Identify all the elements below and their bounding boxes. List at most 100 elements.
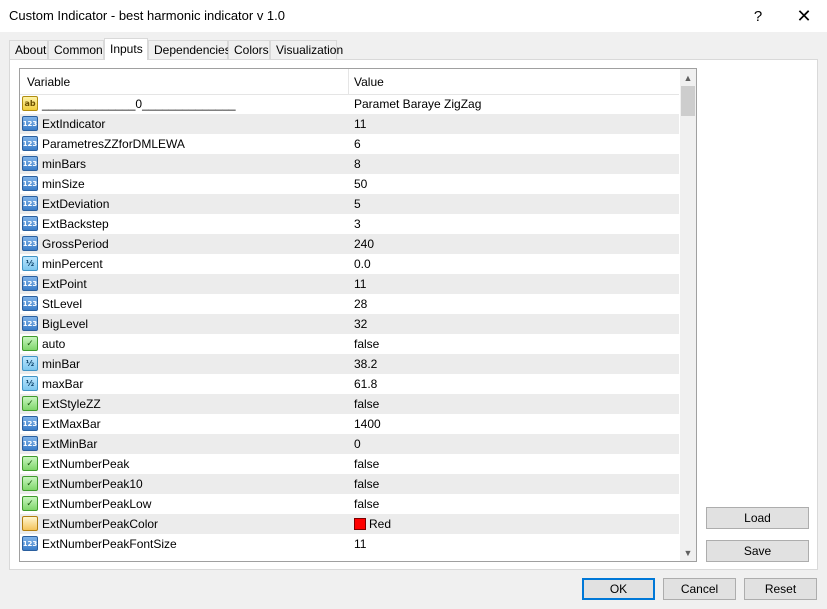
variable-value[interactable]: 11 xyxy=(354,537,366,551)
tab-visualization[interactable]: Visualization xyxy=(270,40,343,59)
variable-name: minBar xyxy=(42,357,81,371)
tab-about[interactable]: About xyxy=(9,40,48,59)
ok-button[interactable]: OK xyxy=(582,578,655,600)
help-button[interactable]: ? xyxy=(735,0,781,32)
input-row[interactable]: 123 ExtNumberPeakFontSize 11 xyxy=(20,534,679,554)
input-row[interactable]: 123 ExtDeviation 5 xyxy=(20,194,679,214)
scroll-down-icon[interactable]: ▼ xyxy=(680,544,696,561)
variable-name: ExtNumberPeak10 xyxy=(42,477,143,491)
input-row[interactable]: ✓ ExtNumberPeak false xyxy=(20,454,679,474)
input-row[interactable]: ✓ ExtStyleZZ false xyxy=(20,394,679,414)
variable-value[interactable]: 3 xyxy=(354,217,361,231)
vertical-scrollbar[interactable]: ▲ ▼ xyxy=(680,69,696,561)
tab-common[interactable]: Common xyxy=(48,40,104,59)
variable-value[interactable]: Red xyxy=(354,517,391,531)
variable-name: ExtMinBar xyxy=(42,437,98,451)
variable-name: minSize xyxy=(42,177,85,191)
variable-name: ______________0______________ xyxy=(42,97,236,111)
inputs-list[interactable]: Variable Value ab ______________0________… xyxy=(19,68,697,562)
input-row[interactable]: 123 StLevel 28 xyxy=(20,294,679,314)
variable-name: ExtStyleZZ xyxy=(42,397,101,411)
variable-name: ExtIndicator xyxy=(42,117,106,131)
integer-type-icon: 123 xyxy=(22,216,38,231)
double-type-icon: ½ xyxy=(22,256,38,271)
input-row[interactable]: ✓ ExtNumberPeakLow false xyxy=(20,494,679,514)
variable-name: minBars xyxy=(42,157,87,171)
variable-value[interactable]: 1400 xyxy=(354,417,381,431)
input-row[interactable]: 123 BigLevel 32 xyxy=(20,314,679,334)
variable-name: ExtBackstep xyxy=(42,217,109,231)
column-header-variable[interactable]: Variable xyxy=(27,75,70,89)
variable-value[interactable]: false xyxy=(354,477,379,491)
variable-name: BigLevel xyxy=(42,317,89,331)
input-row[interactable]: 123 ExtBackstep 3 xyxy=(20,214,679,234)
input-row[interactable]: 123 minBars 8 xyxy=(20,154,679,174)
input-row[interactable]: ✓ ExtNumberPeak10 false xyxy=(20,474,679,494)
integer-type-icon: 123 xyxy=(22,196,38,211)
variable-value[interactable]: 0 xyxy=(354,437,361,451)
input-row[interactable]: ✓ auto false xyxy=(20,334,679,354)
variable-value[interactable]: false xyxy=(354,397,379,411)
variable-value[interactable]: 61.8 xyxy=(354,377,377,391)
reset-button[interactable]: Reset xyxy=(744,578,817,600)
variable-value[interactable]: 50 xyxy=(354,177,367,191)
input-row[interactable]: ½ maxBar 61.8 xyxy=(20,374,679,394)
variable-value[interactable]: false xyxy=(354,337,379,351)
tab-colors[interactable]: Colors xyxy=(228,40,270,59)
column-header-value[interactable]: Value xyxy=(354,75,384,89)
integer-type-icon: 123 xyxy=(22,136,38,151)
variable-value[interactable]: false xyxy=(354,497,379,511)
load-button[interactable]: Load xyxy=(706,507,809,529)
input-row[interactable]: 123 ExtPoint 11 xyxy=(20,274,679,294)
integer-type-icon: 123 xyxy=(22,296,38,311)
input-row[interactable]: ExtNumberPeakColor Red xyxy=(20,514,679,534)
column-separator[interactable] xyxy=(348,69,349,94)
variable-value[interactable]: 38.2 xyxy=(354,357,377,371)
scroll-up-icon[interactable]: ▲ xyxy=(680,69,696,86)
input-row[interactable]: ½ minPercent 0.0 xyxy=(20,254,679,274)
input-row[interactable]: ½ minBar 38.2 xyxy=(20,354,679,374)
variable-value[interactable]: 11 xyxy=(354,117,366,131)
variable-value[interactable]: false xyxy=(354,457,379,471)
input-row[interactable]: 123 ParametresZZforDMLEWA 6 xyxy=(20,134,679,154)
color-value-label: Red xyxy=(369,517,392,531)
variable-value[interactable]: 6 xyxy=(354,137,361,151)
variable-name: ExtMaxBar xyxy=(42,417,101,431)
variable-value[interactable]: Paramet Baraye ZigZag xyxy=(354,97,481,111)
variable-value[interactable]: 240 xyxy=(354,237,374,251)
bool-type-icon: ✓ xyxy=(22,396,38,411)
integer-type-icon: 123 xyxy=(22,416,38,431)
variable-name: ExtDeviation xyxy=(42,197,110,211)
bool-type-icon: ✓ xyxy=(22,456,38,471)
variable-value[interactable]: 8 xyxy=(354,157,361,171)
variable-value[interactable]: 28 xyxy=(354,297,367,311)
input-row[interactable]: 123 GrossPeriod 240 xyxy=(20,234,679,254)
variable-name: minPercent xyxy=(42,257,103,271)
variable-value[interactable]: 5 xyxy=(354,197,361,211)
variable-name: ExtNumberPeak xyxy=(42,457,130,471)
variable-value[interactable]: 0.0 xyxy=(354,257,371,271)
scroll-thumb[interactable] xyxy=(681,86,695,116)
double-type-icon: ½ xyxy=(22,356,38,371)
input-rows: ab ______________0______________ Paramet B… xyxy=(20,94,679,554)
string-type-icon: ab xyxy=(22,96,38,111)
list-header: Variable Value xyxy=(20,69,679,95)
window-title: Custom Indicator - best harmonic indicat… xyxy=(9,8,286,23)
variable-value[interactable]: 32 xyxy=(354,317,367,331)
tab-inputs[interactable]: Inputs xyxy=(104,38,148,60)
input-row[interactable]: ab ______________0______________ Paramet B… xyxy=(20,94,679,114)
variable-name: ExtPoint xyxy=(42,277,87,291)
tab-dependencies[interactable]: Dependencies xyxy=(148,40,231,59)
input-row[interactable]: 123 ExtMaxBar 1400 xyxy=(20,414,679,434)
cancel-button[interactable]: Cancel xyxy=(663,578,736,600)
integer-type-icon: 123 xyxy=(22,436,38,451)
input-row[interactable]: 123 minSize 50 xyxy=(20,174,679,194)
variable-name: ExtNumberPeakFontSize xyxy=(42,537,177,551)
input-row[interactable]: 123 ExtIndicator 11 xyxy=(20,114,679,134)
integer-type-icon: 123 xyxy=(22,236,38,251)
variable-value[interactable]: 11 xyxy=(354,277,366,291)
variable-name: StLevel xyxy=(42,297,83,311)
input-row[interactable]: 123 ExtMinBar 0 xyxy=(20,434,679,454)
save-button[interactable]: Save xyxy=(706,540,809,562)
close-button[interactable]: ✕ xyxy=(781,0,827,32)
